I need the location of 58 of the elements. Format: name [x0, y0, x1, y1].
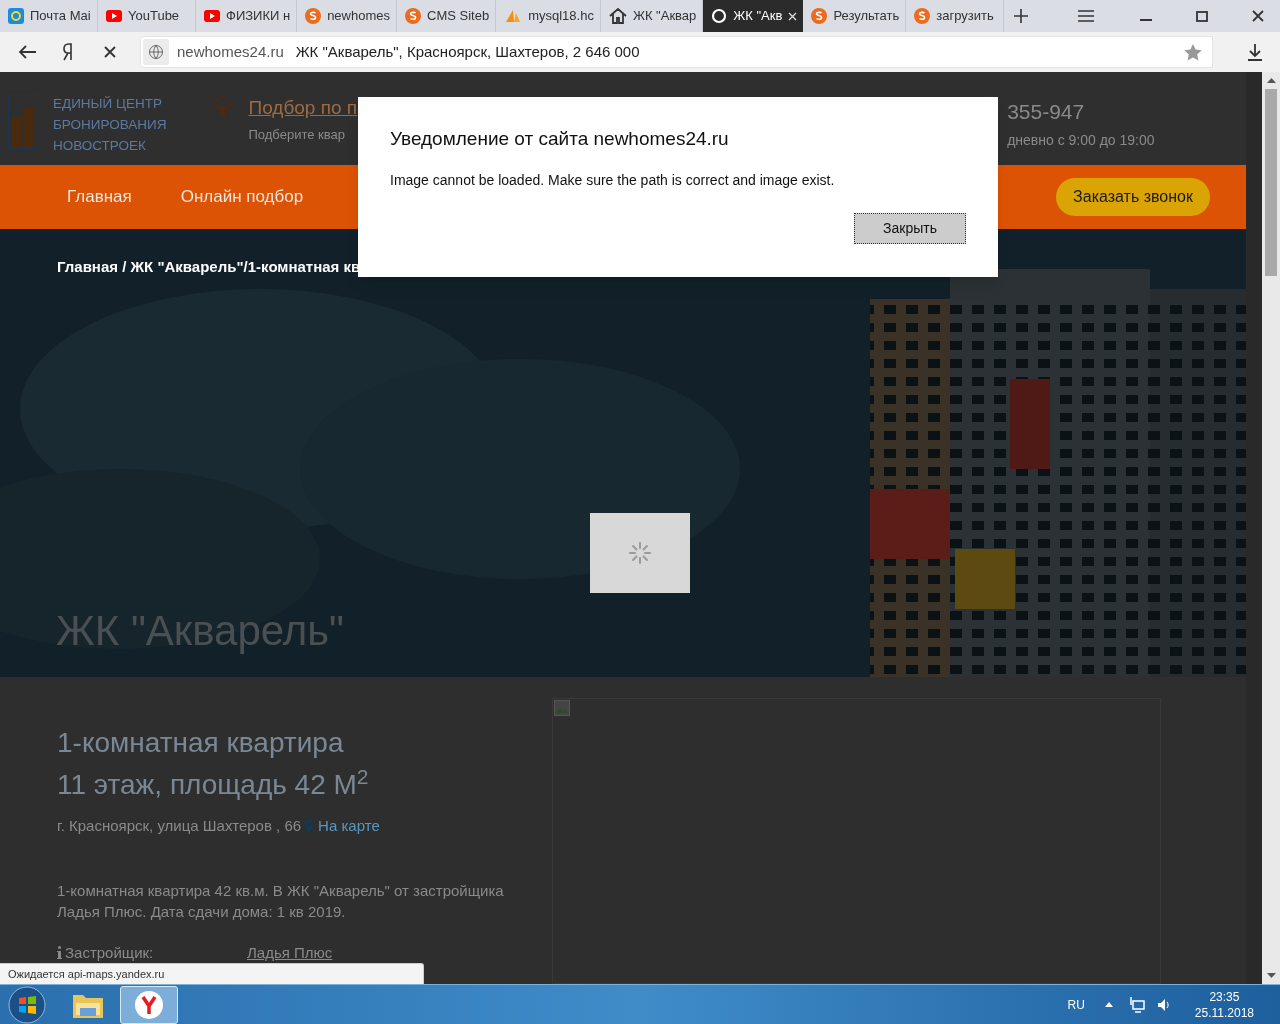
address-text: г. Красноярск, улица Шахтеров , 66 — [57, 816, 302, 836]
stop-icon[interactable] — [104, 46, 116, 58]
spinner-icon — [628, 541, 652, 565]
map-pin-icon — [304, 818, 315, 834]
description-text: 1-комнатная квартира 42 кв.м. В ЖК "Акварель" от застройщика Ладья Плюс. Дата сдачи дома: 1 кв 2019. — [57, 880, 505, 922]
info-icon — [57, 946, 62, 960]
clock-time[interactable]: 23:35 — [1209, 988, 1240, 1005]
house-icon — [608, 8, 627, 24]
map-link[interactable]: На карте — [318, 815, 380, 838]
yandex-browser-icon — [134, 989, 164, 1020]
scrollbar-thumb[interactable] — [1265, 89, 1277, 276]
url-domain: newhomes24.ru — [177, 41, 284, 62]
s-logo-icon — [811, 8, 828, 24]
menu-icon[interactable] — [1078, 10, 1094, 22]
developer-link[interactable]: Ладья Плюс — [247, 941, 333, 964]
yandex-icon[interactable] — [62, 43, 74, 61]
download-icon[interactable] — [1247, 43, 1263, 61]
maximize-icon[interactable] — [1196, 10, 1208, 22]
start-button-icon[interactable] — [8, 985, 46, 1024]
selection-hint: Подберите квар — [248, 125, 346, 144]
callback-button[interactable]: Заказать звонок — [1056, 178, 1210, 216]
back-icon[interactable] — [19, 45, 37, 59]
play-icon — [106, 10, 122, 22]
mail-icon — [8, 8, 24, 24]
clock-date[interactable]: 25.11.2018 — [1194, 1004, 1254, 1021]
apartment-title: 1-комнатная квартира — [57, 726, 345, 760]
apartment-subtitle: 11 этаж, площадь 42 М$^{2}$ — [57, 763, 370, 802]
dialog-message: Image cannot be loaded. Make sure the path is correct and image exist. — [390, 171, 835, 190]
working-hours: дневно с 9:00 до 19:00 — [1007, 130, 1155, 150]
s-logo-icon — [914, 8, 931, 24]
scrollbar[interactable] — [1262, 72, 1280, 984]
language-indicator[interactable]: RU — [1067, 995, 1085, 1014]
status-tooltip: Ожидается api-maps.yandex.ru — [0, 963, 424, 984]
dialog-title: Уведомление от сайта newhomes24.ru — [390, 127, 729, 151]
s-logo-icon — [405, 8, 421, 24]
new-tab-icon[interactable] — [1014, 9, 1029, 23]
play-icon — [204, 10, 220, 22]
s-logo-icon — [305, 8, 322, 24]
logo-text: НОВОСТРОЕК — [53, 137, 147, 155]
page-title: ЖК "Акварель", Красноярск, Шахтеров, 2 646 000 — [295, 41, 640, 62]
taskbar-app[interactable] — [120, 985, 178, 1024]
developer-label: Застройщик: — [65, 942, 155, 963]
logo-text: БРОНИРОВАНИЯ — [53, 116, 167, 134]
close-icon[interactable] — [1252, 10, 1264, 22]
scroll-down-icon[interactable] — [1267, 973, 1276, 978]
sail-icon — [504, 8, 523, 24]
close-button[interactable]: Закрыть — [854, 213, 966, 244]
logo-text: ЕДИНЫЙ ЦЕНТР — [53, 95, 163, 113]
network-icon[interactable] — [1128, 996, 1145, 1013]
tray-arrow-icon[interactable] — [1104, 1002, 1113, 1007]
star-icon[interactable] — [1184, 43, 1202, 61]
globe-icon — [143, 39, 169, 65]
phone-number: 355-947 — [1007, 99, 1086, 125]
browser-tab[interactable]: ЖК "Акв — [703, 0, 804, 32]
speaker-icon[interactable] — [1156, 997, 1171, 1012]
loading-icon — [711, 8, 728, 24]
scroll-up-icon[interactable] — [1267, 78, 1276, 83]
address-field[interactable]: newhomes24.ru ЖК "Акварель", Красноярск, Шахтеров, 2 646 000 — [140, 36, 1213, 68]
